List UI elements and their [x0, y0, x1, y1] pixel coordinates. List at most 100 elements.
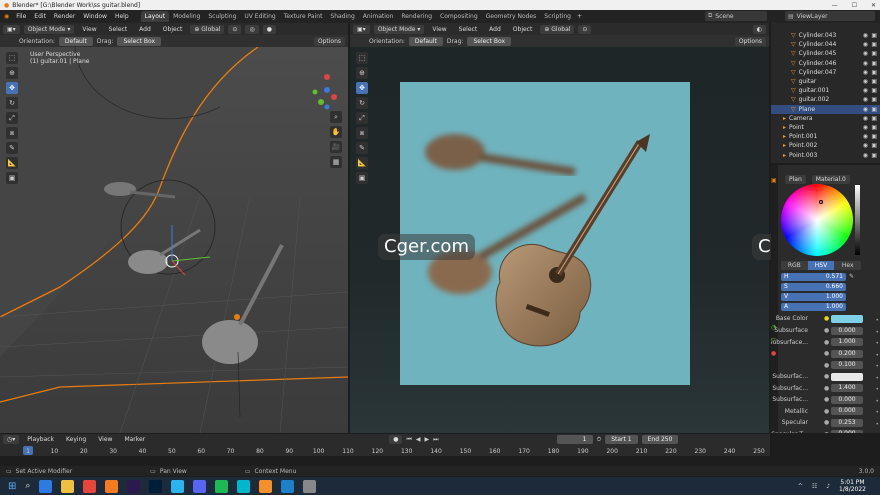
- taskbar-clock[interactable]: 5:01 PM 1/8/2022: [839, 479, 866, 493]
- eyedropper-icon[interactable]: ✎: [849, 273, 854, 280]
- visibility-eye-icon[interactable]: ◉: [863, 50, 868, 57]
- render-camera-icon[interactable]: ▣: [871, 152, 877, 159]
- taskbar-app-icon[interactable]: [105, 479, 119, 493]
- render-camera-icon[interactable]: ▣: [871, 115, 877, 122]
- outliner-item[interactable]: ▸ Point.003 ◉ ▣: [771, 150, 880, 159]
- right-shading-rendered-icon[interactable]: ◐: [752, 24, 766, 34]
- workspace-tab-animation[interactable]: Animation: [359, 11, 398, 22]
- visibility-eye-icon[interactable]: ◉: [863, 106, 868, 113]
- menu-render[interactable]: Render: [50, 13, 79, 20]
- timeline-menu-view[interactable]: View: [94, 436, 116, 443]
- start-frame-field[interactable]: Start 1: [605, 435, 638, 444]
- jump-end-icon[interactable]: ⏭: [433, 436, 438, 444]
- preview-range-icon[interactable]: ⏱: [597, 436, 602, 444]
- right-transform-tool-icon[interactable]: ⧈: [356, 127, 368, 139]
- render-camera-icon[interactable]: ▣: [871, 87, 877, 94]
- scale-tool-icon[interactable]: ⤢: [6, 112, 18, 124]
- right-drag-dropdown[interactable]: Select Box: [467, 36, 512, 46]
- taskbar-app-icon[interactable]: [39, 479, 53, 493]
- left-drag-dropdown[interactable]: Select Box: [117, 36, 162, 46]
- menu-file[interactable]: File: [12, 13, 30, 20]
- left-menu-object[interactable]: Object: [159, 26, 187, 33]
- right-select-box-tool-icon[interactable]: ⬚: [356, 52, 368, 64]
- outliner-item[interactable]: ▸ Point.002 ◉ ▣: [771, 141, 880, 150]
- right-rotate-tool-icon[interactable]: ↻: [356, 97, 368, 109]
- outliner-item[interactable]: ▸ Point ◉ ▣: [771, 123, 880, 132]
- outliner-item[interactable]: ▽ Cylinder.043 ◉ ▣: [771, 31, 880, 40]
- zoom-icon[interactable]: ⌕: [330, 111, 342, 123]
- jump-start-icon[interactable]: ⏮: [406, 436, 411, 444]
- network-icon[interactable]: ☷: [812, 483, 817, 490]
- play-icon[interactable]: ▶: [424, 436, 429, 443]
- right-mode-dropdown[interactable]: Object Mode ▾: [373, 24, 425, 34]
- property-value-field[interactable]: 0.200: [831, 349, 863, 358]
- menu-help[interactable]: Help: [111, 13, 133, 20]
- outliner-item[interactable]: ▽ guitar.001 ◉ ▣: [771, 86, 880, 95]
- visibility-eye-icon[interactable]: ◉: [863, 142, 868, 149]
- base-color-swatch[interactable]: [831, 315, 863, 323]
- workspace-tab-shading[interactable]: Shading: [326, 11, 358, 22]
- workspace-tab-modeling[interactable]: Modeling: [169, 11, 204, 22]
- visibility-eye-icon[interactable]: ◉: [863, 124, 868, 131]
- right-menu-add[interactable]: Add: [485, 26, 505, 33]
- maximize-button[interactable]: ☐: [852, 2, 857, 9]
- outliner-item[interactable]: ▽ guitar.002 ◉ ▣: [771, 95, 880, 104]
- property-value-field[interactable]: 0.000: [831, 407, 863, 416]
- saturation-field[interactable]: S 0.660: [781, 283, 846, 291]
- right-menu-view[interactable]: View: [428, 26, 450, 33]
- timeline-menu-playback[interactable]: Playback: [23, 436, 58, 443]
- right-transform-orientation[interactable]: ⊕ Global: [540, 24, 575, 34]
- visibility-eye-icon[interactable]: ◉: [863, 115, 868, 122]
- right-add-cube-tool-icon[interactable]: ▣: [356, 172, 368, 184]
- visibility-eye-icon[interactable]: ◉: [863, 41, 868, 48]
- render-camera-icon[interactable]: ▣: [871, 41, 877, 48]
- render-camera-icon[interactable]: ▣: [871, 142, 877, 149]
- taskbar-app-icon[interactable]: [237, 479, 251, 493]
- taskbar-app-icon[interactable]: [127, 479, 141, 493]
- left-orientation-dropdown[interactable]: Default: [58, 36, 93, 46]
- visibility-eye-icon[interactable]: ◉: [863, 152, 868, 159]
- right-editor-type-button[interactable]: ▣▾: [353, 24, 370, 34]
- left-menu-add[interactable]: Add: [135, 26, 155, 33]
- render-camera-icon[interactable]: ▣: [871, 124, 877, 131]
- property-value-field[interactable]: 1.000: [831, 338, 863, 347]
- taskbar-app-icon[interactable]: [149, 479, 163, 493]
- right-annotate-tool-icon[interactable]: ✎: [356, 142, 368, 154]
- end-frame-field[interactable]: End 250: [641, 435, 679, 444]
- timeline-menu-keying[interactable]: Keying: [62, 436, 90, 443]
- outliner-item[interactable]: ▽ Cylinder.044 ◉ ▣: [771, 40, 880, 49]
- add-workspace-button[interactable]: +: [577, 13, 582, 20]
- color-wheel[interactable]: [781, 184, 853, 256]
- left-menu-select[interactable]: Select: [105, 26, 132, 33]
- menu-window[interactable]: Window: [79, 13, 111, 20]
- outliner-item[interactable]: ▽ guitar ◉ ▣: [771, 77, 880, 86]
- left-mode-dropdown[interactable]: Object Mode ▾: [23, 24, 75, 34]
- timeline-editor-type-button[interactable]: ◷▾: [3, 435, 20, 444]
- windows-start-icon[interactable]: ⊞: [8, 481, 16, 492]
- keyframe-dot-icon[interactable]: •: [875, 315, 879, 327]
- add-cube-tool-icon[interactable]: ▣: [6, 172, 18, 184]
- render-camera-icon[interactable]: ▣: [871, 78, 877, 85]
- right-menu-object[interactable]: Object: [509, 26, 537, 33]
- left-shading-solid-icon[interactable]: ●: [262, 24, 276, 34]
- left-snap-icon[interactable]: ⊙: [228, 24, 242, 34]
- color-mode-hex[interactable]: Hex: [834, 261, 861, 270]
- property-value-field[interactable]: 1.400: [831, 384, 863, 393]
- tab-plane[interactable]: Plan: [785, 175, 806, 184]
- workspace-tab-rendering[interactable]: Rendering: [397, 11, 436, 22]
- left-overlay-icon[interactable]: ◎: [245, 24, 259, 34]
- pan-hand-icon[interactable]: ✋: [330, 126, 342, 138]
- right-snap-icon[interactable]: ⊙: [578, 24, 592, 34]
- timeline-menu-marker[interactable]: Marker: [120, 436, 149, 443]
- outliner-item[interactable]: ▽ Cylinder.046 ◉ ▣: [771, 59, 880, 68]
- outliner-item[interactable]: ▽ Cylinder.045 ◉ ▣: [771, 49, 880, 58]
- taskbar-app-icon[interactable]: [193, 479, 207, 493]
- render-camera-icon[interactable]: ▣: [871, 96, 877, 103]
- outliner-item[interactable]: ▸ Camera ◉ ▣: [771, 114, 880, 123]
- taskbar-app-icon[interactable]: [61, 479, 75, 493]
- search-icon[interactable]: ⌕: [25, 481, 30, 491]
- volume-icon[interactable]: ♪: [826, 483, 830, 490]
- render-camera-icon[interactable]: ▣: [871, 50, 877, 57]
- visibility-eye-icon[interactable]: ◉: [863, 32, 868, 39]
- workspace-tab-layout[interactable]: Layout: [140, 11, 170, 22]
